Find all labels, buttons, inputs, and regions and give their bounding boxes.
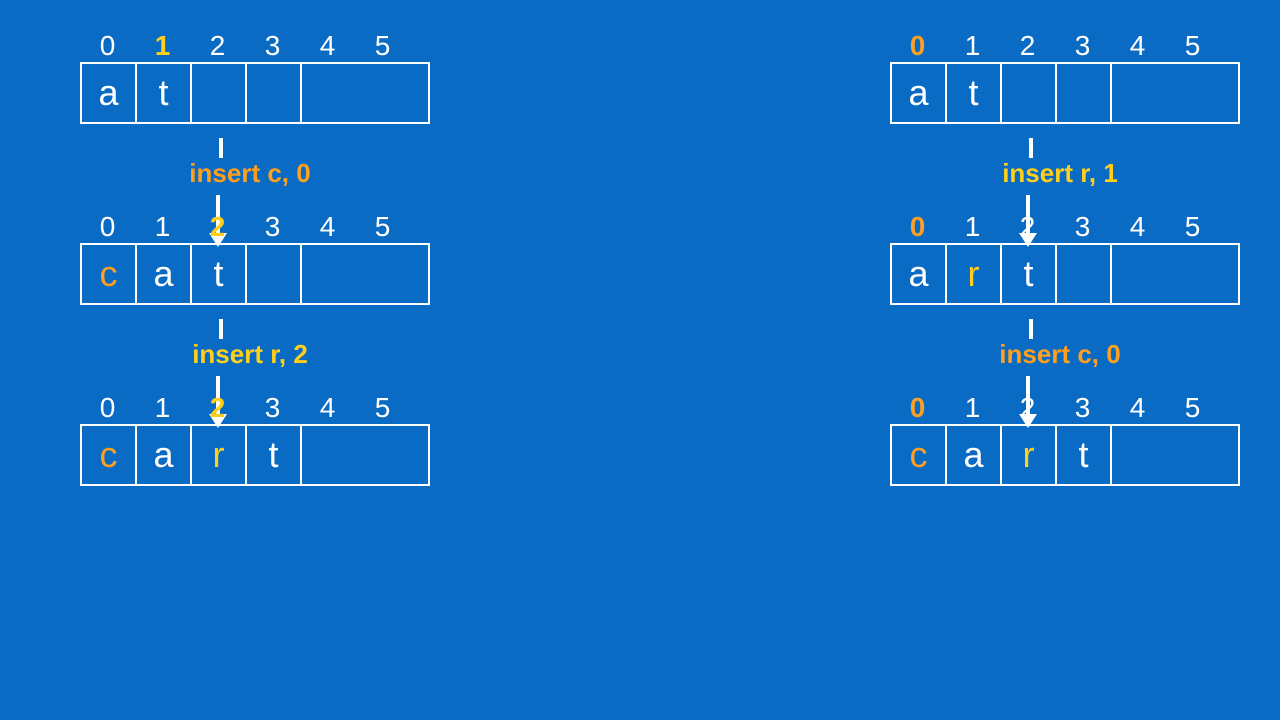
index-label: 2 <box>1000 30 1055 62</box>
index-row: 0 1 2 3 4 5 <box>890 30 1240 62</box>
index-label: 0 <box>80 211 135 243</box>
cell-row: a t <box>80 62 430 124</box>
cell-row: c a r t <box>80 424 430 486</box>
index-label: 5 <box>1165 211 1220 243</box>
cell-row: a r t <box>890 243 1240 305</box>
cell: t <box>192 245 247 303</box>
index-label: 1 <box>135 392 190 424</box>
index-label: 4 <box>300 30 355 62</box>
index-label: 3 <box>245 392 300 424</box>
array-state: 0 1 2 3 4 5 c a t <box>70 211 430 305</box>
cell <box>1057 245 1112 303</box>
index-row: 0 1 2 3 4 5 <box>890 211 1240 243</box>
index-label: 1 <box>945 392 1000 424</box>
index-label: 4 <box>300 392 355 424</box>
cell <box>1002 64 1057 122</box>
index-label: 0 <box>80 392 135 424</box>
index-label: 4 <box>1110 211 1165 243</box>
array-state: 0 1 2 3 4 5 a t <box>880 30 1240 124</box>
index-label: 4 <box>1110 30 1165 62</box>
connector-line <box>219 319 223 339</box>
index-row: 0 1 2 3 4 5 <box>80 211 430 243</box>
index-row: 0 1 2 3 4 5 <box>80 30 430 62</box>
cell: c <box>892 426 947 484</box>
cell: r <box>1002 426 1057 484</box>
index-label: 3 <box>245 211 300 243</box>
index-label: 5 <box>1165 30 1220 62</box>
cell <box>302 426 357 484</box>
index-label: 1 <box>135 211 190 243</box>
index-label: 1 <box>945 211 1000 243</box>
array-state: 0 1 2 3 4 5 c a r t <box>70 392 430 486</box>
cell: c <box>82 426 137 484</box>
index-label: 3 <box>245 30 300 62</box>
index-label: 3 <box>1055 392 1110 424</box>
cell: r <box>192 426 247 484</box>
cell <box>1112 64 1167 122</box>
operation-label: insert c, 0 <box>880 339 1240 370</box>
connector-line <box>1029 319 1033 339</box>
operation-label: insert c, 0 <box>70 158 430 189</box>
left-sequence: 0 1 2 3 4 5 a t insert c, 0 0 1 2 3 4 5 … <box>70 30 430 500</box>
cell: t <box>1002 245 1057 303</box>
index-label: 3 <box>1055 211 1110 243</box>
cell: a <box>947 426 1002 484</box>
cell <box>1112 426 1167 484</box>
index-label: 2 <box>1000 211 1055 243</box>
index-label: 0 <box>890 211 945 243</box>
index-row: 0 1 2 3 4 5 <box>890 392 1240 424</box>
index-label: 2 <box>190 211 245 243</box>
connector-line <box>1029 138 1033 158</box>
index-label: 3 <box>1055 30 1110 62</box>
cell <box>302 245 357 303</box>
cell-row: c a r t <box>890 424 1240 486</box>
index-label: 5 <box>355 211 410 243</box>
cell <box>1057 64 1112 122</box>
cell: t <box>1057 426 1112 484</box>
index-label: 0 <box>890 30 945 62</box>
right-sequence: 0 1 2 3 4 5 a t insert r, 1 0 1 2 3 4 5 … <box>880 30 1240 500</box>
cell <box>247 64 302 122</box>
operation-label: insert r, 2 <box>70 339 430 370</box>
connector-line <box>219 138 223 158</box>
cell: a <box>892 64 947 122</box>
index-label: 5 <box>355 392 410 424</box>
index-label: 5 <box>1165 392 1220 424</box>
index-label: 2 <box>190 392 245 424</box>
operation-label: insert r, 1 <box>880 158 1240 189</box>
cell: c <box>82 245 137 303</box>
cell: r <box>947 245 1002 303</box>
cell: a <box>137 245 192 303</box>
index-label: 4 <box>1110 392 1165 424</box>
cell <box>1112 245 1167 303</box>
index-label: 2 <box>190 30 245 62</box>
cell: t <box>947 64 1002 122</box>
index-label: 5 <box>355 30 410 62</box>
cell-row: c a t <box>80 243 430 305</box>
index-label: 0 <box>890 392 945 424</box>
array-state: 0 1 2 3 4 5 c a r t <box>880 392 1240 486</box>
cell <box>247 245 302 303</box>
cell <box>302 64 357 122</box>
index-label: 1 <box>135 30 190 62</box>
cell-row: a t <box>890 62 1240 124</box>
cell: a <box>137 426 192 484</box>
cell: a <box>892 245 947 303</box>
index-label: 2 <box>1000 392 1055 424</box>
array-state: 0 1 2 3 4 5 a r t <box>880 211 1240 305</box>
index-label: 0 <box>80 30 135 62</box>
index-label: 4 <box>300 211 355 243</box>
cell <box>192 64 247 122</box>
cell: a <box>82 64 137 122</box>
cell: t <box>137 64 192 122</box>
index-label: 1 <box>945 30 1000 62</box>
index-row: 0 1 2 3 4 5 <box>80 392 430 424</box>
cell: t <box>247 426 302 484</box>
array-state: 0 1 2 3 4 5 a t <box>70 30 430 124</box>
